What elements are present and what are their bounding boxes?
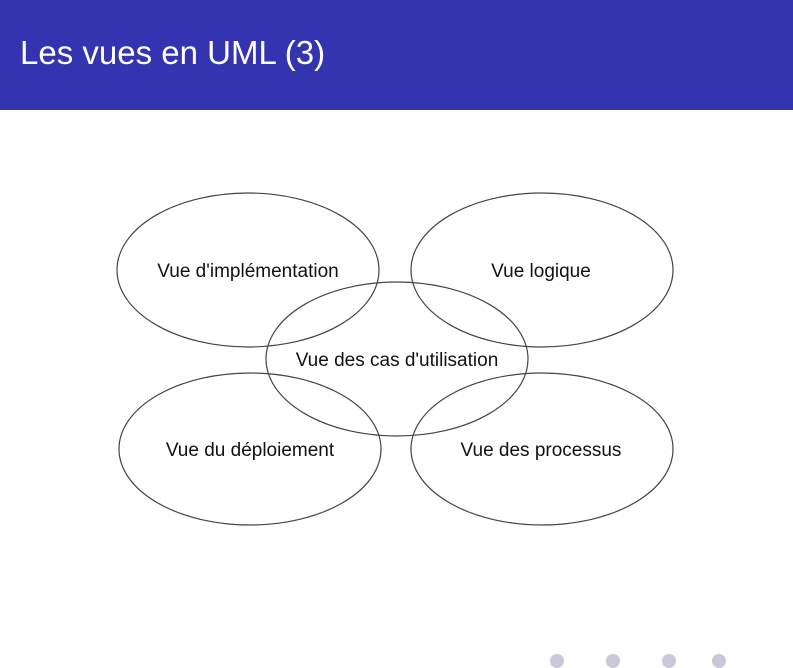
use-case-view-label: Vue des cas d'utilisation — [296, 350, 499, 371]
slide-navigation — [548, 650, 778, 668]
logical-view-label: Vue logique — [491, 261, 591, 282]
implementation-view-label: Vue d'implémentation — [157, 261, 338, 282]
nav-next-icon[interactable] — [662, 654, 676, 668]
nav-last-icon[interactable] — [712, 654, 726, 668]
nav-first-icon[interactable] — [550, 654, 564, 668]
uml-views-diagram: Vue d'implémentation Vue logique Vue des… — [116, 192, 674, 526]
deployment-view-label: Vue du déploiement — [166, 440, 335, 461]
process-view-label: Vue des processus — [461, 440, 622, 461]
nav-previous-icon[interactable] — [606, 654, 620, 668]
